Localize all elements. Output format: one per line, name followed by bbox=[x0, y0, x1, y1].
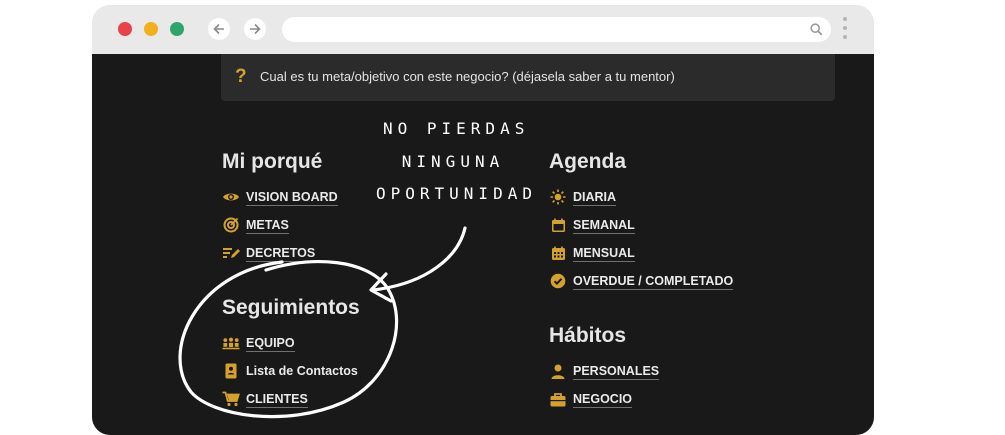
circle-stroke bbox=[178, 260, 399, 419]
arrow-stroke bbox=[371, 226, 467, 292]
hand-drawn-annotation bbox=[178, 226, 467, 419]
